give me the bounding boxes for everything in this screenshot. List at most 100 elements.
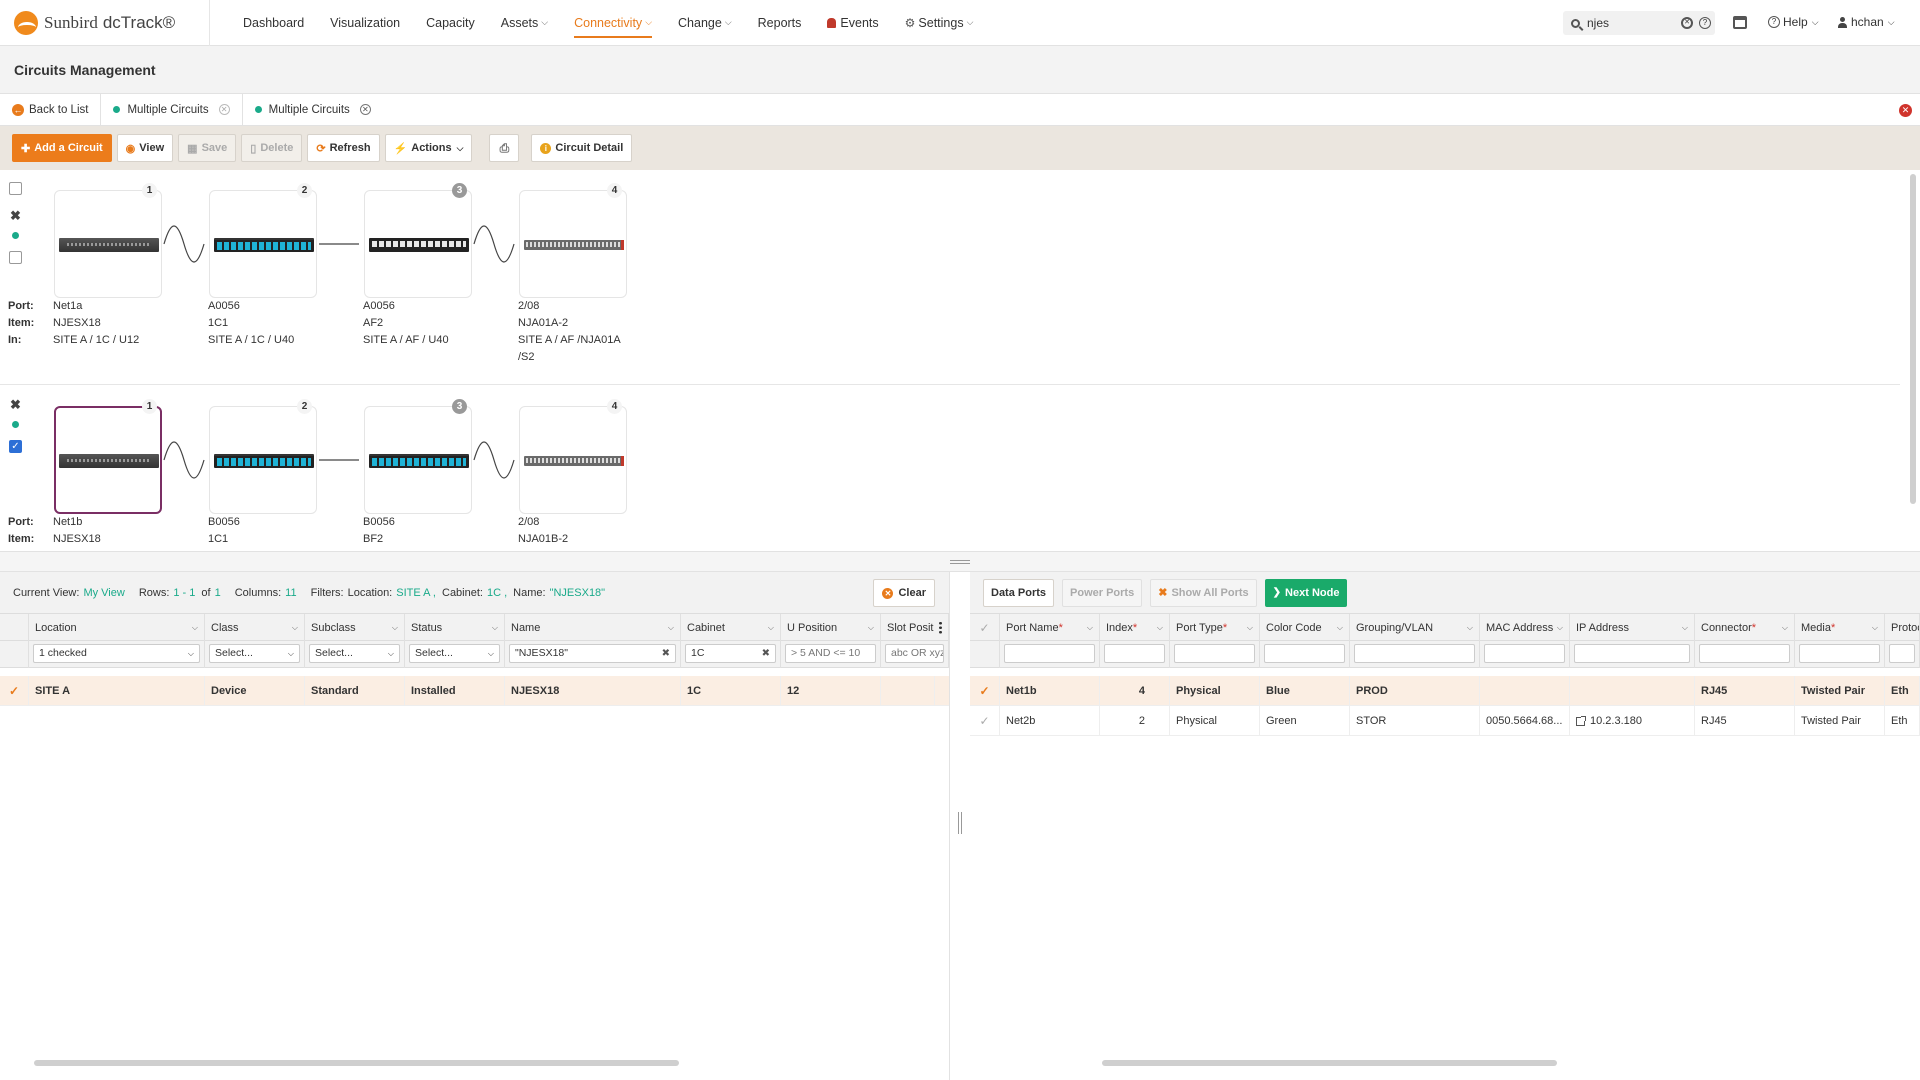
- delete-button[interactable]: ▯ Delete: [241, 134, 303, 162]
- add-circuit-button[interactable]: ✚ Add a Circuit: [12, 134, 112, 162]
- filter-protocol[interactable]: [1885, 641, 1920, 668]
- col-header-color-code[interactable]: Color Code ⌵: [1260, 614, 1350, 641]
- circuit-node[interactable]: 2: [209, 183, 317, 298]
- node-port[interactable]: 2/08: [518, 298, 621, 315]
- circuit-node[interactable]: 4: [519, 399, 627, 514]
- filter-slot-position[interactable]: abc OR xyz*: [881, 641, 949, 668]
- chevron-down-icon[interactable]: ⌵: [1467, 623, 1473, 633]
- col-header-connector[interactable]: Connector* ⌵: [1695, 614, 1795, 641]
- tab-multiple-circuits-1[interactable]: Multiple Circuits ✕: [101, 93, 243, 126]
- global-search[interactable]: ✕ ?: [1563, 11, 1715, 35]
- search-help-icon[interactable]: ?: [1699, 17, 1711, 29]
- col-header-u-position[interactable]: U Position ⌵: [781, 614, 881, 641]
- circuit-node[interactable]: 3: [364, 399, 472, 514]
- user-menu[interactable]: hchan ⌵: [1838, 15, 1895, 29]
- col-header-cabinet[interactable]: Cabinet ⌵: [681, 614, 781, 641]
- filter-color-code[interactable]: [1260, 641, 1350, 668]
- col-header-media[interactable]: Media* ⌵: [1795, 614, 1885, 641]
- chevron-down-icon[interactable]: ⌵: [1557, 623, 1563, 633]
- chevron-down-icon[interactable]: ⌵: [1682, 623, 1688, 633]
- node-item[interactable]: 1C1: [208, 531, 240, 548]
- remove-circuit-icon[interactable]: ✖: [9, 398, 22, 411]
- filter-mac-address[interactable]: [1480, 641, 1570, 668]
- node-port[interactable]: B0056: [208, 514, 240, 531]
- col-header-protocol[interactable]: Protoc: [1885, 614, 1920, 641]
- filter-class[interactable]: Select... ⌵: [205, 641, 305, 668]
- print-button[interactable]: ⎙: [489, 134, 520, 162]
- circuit-checkbox[interactable]: [9, 251, 22, 264]
- save-button[interactable]: ▦ Save: [178, 134, 237, 162]
- search-input[interactable]: [1587, 16, 1677, 30]
- view-button[interactable]: ◉ View: [116, 134, 174, 162]
- nav-settings[interactable]: ⚙ Settings ⌵: [892, 0, 987, 46]
- table-row[interactable]: ✓ Net1b 4 Physical Blue PROD RJ45 Twiste…: [970, 676, 1920, 706]
- node-item[interactable]: AF2: [363, 315, 449, 332]
- filter-index[interactable]: [1100, 641, 1170, 668]
- row-check-icon[interactable]: ✓: [970, 706, 1000, 736]
- items-horizontal-scrollbar[interactable]: [34, 1060, 679, 1066]
- nav-visualization[interactable]: Visualization: [317, 0, 413, 46]
- current-view-link[interactable]: My View: [83, 587, 124, 599]
- chevron-down-icon[interactable]: ⌵: [292, 623, 298, 633]
- col-header-status[interactable]: Status ⌵: [405, 614, 505, 641]
- circuit-node[interactable]: 4: [519, 183, 627, 298]
- tab-multiple-circuits-2[interactable]: Multiple Circuits ✕: [243, 94, 383, 126]
- col-header-mac-address[interactable]: MAC Address ⌵: [1480, 614, 1570, 641]
- col-header-name[interactable]: Name ⌵: [505, 614, 681, 641]
- chevron-down-icon[interactable]: ⌵: [392, 623, 398, 633]
- node-port[interactable]: 2/08: [518, 514, 568, 531]
- filter-cabinet[interactable]: 1C ✖: [681, 641, 781, 668]
- circuit-node[interactable]: 2: [209, 399, 317, 514]
- col-header-subclass[interactable]: Subclass ⌵: [305, 614, 405, 641]
- filter-location[interactable]: 1 checked ⌵: [29, 641, 205, 668]
- columns-count[interactable]: 11: [285, 587, 296, 599]
- circuit-node[interactable]: 1: [54, 183, 162, 298]
- filter-ip-address[interactable]: [1570, 641, 1695, 668]
- col-header-class[interactable]: Class ⌵: [205, 614, 305, 641]
- table-row[interactable]: ✓ Net2b 2 Physical Green STOR 0050.5664.…: [970, 706, 1920, 736]
- tab-data-ports[interactable]: Data Ports: [983, 578, 1055, 607]
- help-menu[interactable]: ? Help ⌵: [1768, 15, 1819, 29]
- nav-capacity[interactable]: Capacity: [413, 0, 488, 46]
- select-column-header[interactable]: ✓: [970, 614, 1000, 641]
- col-header-location[interactable]: Location ⌵: [29, 614, 205, 641]
- col-header-ip-address[interactable]: IP Address ⌵: [1570, 614, 1695, 641]
- chevron-down-icon[interactable]: ⌵: [1337, 623, 1343, 633]
- filter-port-type[interactable]: [1170, 641, 1260, 668]
- circuit-node[interactable]: 3: [364, 183, 472, 298]
- chevron-down-icon[interactable]: ⌵: [868, 623, 874, 633]
- show-all-ports-button[interactable]: ✖ Show All Ports: [1150, 578, 1257, 607]
- node-item[interactable]: NJA01A-2: [518, 315, 621, 332]
- node-port[interactable]: A0056: [208, 298, 294, 315]
- close-icon[interactable]: ✕: [218, 104, 230, 115]
- close-all-tabs-icon[interactable]: ✕: [1899, 104, 1912, 117]
- next-node-button[interactable]: ❯ Next Node: [1264, 578, 1348, 607]
- chevron-down-icon[interactable]: ⌵: [1087, 623, 1093, 633]
- node-item[interactable]: BF2: [363, 531, 395, 548]
- logo[interactable]: Sunbird dcTrack®: [0, 0, 210, 46]
- clear-search-icon[interactable]: ✕: [1681, 17, 1693, 29]
- ports-horizontal-scrollbar[interactable]: [1102, 1060, 1557, 1066]
- circuit-checkbox[interactable]: ✓: [9, 440, 22, 453]
- refresh-button[interactable]: ⟳ Refresh: [307, 134, 380, 162]
- panel-splitter[interactable]: [0, 552, 1920, 572]
- circuits-vertical-scrollbar[interactable]: [1910, 174, 1916, 504]
- vertical-split-handle[interactable]: [958, 812, 962, 834]
- chevron-down-icon[interactable]: ⌵: [1782, 623, 1788, 633]
- node-port[interactable]: A0056: [363, 298, 449, 315]
- node-port[interactable]: Net1b: [53, 514, 101, 531]
- node-item[interactable]: NJESX18: [53, 315, 139, 332]
- circuit-node-selected[interactable]: 1: [54, 399, 162, 514]
- nav-connectivity[interactable]: Connectivity ⌵: [561, 0, 665, 46]
- drag-handle-icon[interactable]: [950, 560, 970, 564]
- clear-filters-button[interactable]: ✕ Clear: [873, 579, 935, 607]
- col-header-port-name[interactable]: Port Name* ⌵: [1000, 614, 1100, 641]
- filter-media[interactable]: [1795, 641, 1885, 668]
- node-item[interactable]: NJA01B-2: [518, 531, 568, 548]
- filter-connector[interactable]: [1695, 641, 1795, 668]
- col-header-slot-position[interactable]: Slot Posit: [881, 614, 949, 641]
- clear-filter-icon[interactable]: ✖: [662, 645, 670, 662]
- row-check-icon[interactable]: ✓: [970, 676, 1000, 706]
- chevron-down-icon[interactable]: ⌵: [492, 623, 498, 633]
- chevron-down-icon[interactable]: ⌵: [192, 623, 198, 633]
